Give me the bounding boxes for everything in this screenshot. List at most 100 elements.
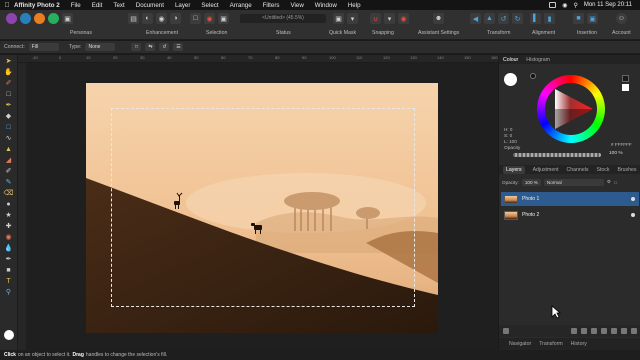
menu-arrange[interactable]: Arrange xyxy=(230,2,252,9)
pen-tool-icon[interactable]: ✒ xyxy=(3,254,15,264)
menu-file[interactable]: File xyxy=(71,2,81,9)
rotate-left-icon[interactable]: ↺ xyxy=(498,13,509,24)
blur-brush-icon[interactable]: 💧 xyxy=(3,243,15,253)
apple-icon[interactable]:  xyxy=(0,2,14,9)
color-picker-icon[interactable]: ✐ xyxy=(3,78,15,88)
crop-tool-icon[interactable]: □ xyxy=(3,89,15,99)
stroke-colour-swatch[interactable] xyxy=(530,73,536,79)
menu-select[interactable]: Select xyxy=(201,2,218,9)
tab-colour[interactable]: Colour xyxy=(503,57,518,63)
colour-triangle[interactable] xyxy=(545,83,597,135)
quick-mask-icon[interactable]: ▣ xyxy=(333,13,344,24)
swap-button[interactable]: ⇆ xyxy=(145,43,156,51)
flood-select-icon[interactable]: ◆ xyxy=(3,111,15,121)
move-tool-icon[interactable]: ➤ xyxy=(3,56,15,66)
menu-window[interactable]: Window xyxy=(315,2,337,9)
fill-colour-swatch[interactable] xyxy=(504,73,517,86)
opacity-slider[interactable] xyxy=(513,153,601,157)
insert-inside-icon[interactable]: ▣ xyxy=(587,13,598,24)
quick-mask-options-icon[interactable]: ▾ xyxy=(347,13,358,24)
select-all-icon[interactable]: □ xyxy=(190,13,201,24)
tab-transform[interactable]: Transform xyxy=(539,341,562,347)
display-icon[interactable] xyxy=(549,2,557,8)
options-button[interactable]: ☰ xyxy=(173,43,184,51)
foreground-colour-swatch[interactable] xyxy=(4,330,14,340)
menu-text[interactable]: Text xyxy=(113,2,124,9)
paint-brush-icon[interactable]: ✐ xyxy=(3,166,15,176)
add-layer-icon[interactable] xyxy=(621,328,627,334)
colour-wheel[interactable] xyxy=(537,75,605,143)
erase-brush-icon[interactable]: ⌫ xyxy=(3,188,15,198)
flood-fill-icon[interactable]: ▲ xyxy=(3,144,15,154)
tab-stock[interactable]: Stock xyxy=(596,167,609,173)
deselect-icon[interactable]: ◉ xyxy=(204,13,215,24)
account-icon[interactable]: ☺ xyxy=(616,13,627,24)
photo-persona-icon[interactable] xyxy=(6,13,17,24)
menu-help[interactable]: Help xyxy=(348,2,361,9)
layer-row-photo-1[interactable]: Photo 1 xyxy=(501,192,639,206)
flip-vertical-icon[interactable]: ▲ xyxy=(484,13,495,24)
tab-adjustment[interactable]: Adjustment xyxy=(533,167,559,173)
view-tool-icon[interactable]: ✋ xyxy=(3,67,15,77)
connect-dropdown[interactable]: Fill xyxy=(28,43,59,51)
auto-white-balance-icon[interactable]: ◑ xyxy=(170,13,181,24)
menu-view[interactable]: View xyxy=(290,2,303,9)
gradient-tool-icon[interactable]: ◢ xyxy=(3,155,15,165)
fx-icon[interactable] xyxy=(591,328,597,334)
layer-lock-icon[interactable] xyxy=(503,328,509,334)
clone-brush-icon[interactable]: ★ xyxy=(3,210,15,220)
red-eye-icon[interactable]: ◉ xyxy=(3,232,15,242)
rotate-right-icon[interactable]: ↻ xyxy=(512,13,523,24)
tab-history[interactable]: History xyxy=(571,341,587,347)
layer-row-photo-2[interactable]: Photo 2 xyxy=(501,208,639,222)
marquee-selection[interactable] xyxy=(111,108,415,307)
develop-persona-icon[interactable] xyxy=(34,13,45,24)
tone-map-persona-icon[interactable] xyxy=(48,13,59,24)
auto-contrast-icon[interactable]: ◐ xyxy=(142,13,153,24)
fill-swatch-button[interactable]: □ xyxy=(131,43,142,51)
healing-brush-icon[interactable]: ✚ xyxy=(3,221,15,231)
liquify-persona-icon[interactable] xyxy=(20,13,31,24)
layer-settings-icon[interactable]: ⚙ xyxy=(607,179,611,185)
swatch-black[interactable] xyxy=(622,75,629,82)
pixel-tool-icon[interactable]: ✎ xyxy=(3,177,15,187)
insert-behind-icon[interactable]: ■ xyxy=(573,13,584,24)
align-center-icon[interactable]: ▮ xyxy=(544,13,555,24)
selection-brush-icon[interactable]: ✒ xyxy=(3,100,15,110)
menu-edit[interactable]: Edit xyxy=(92,2,103,9)
delete-layer-icon[interactable] xyxy=(631,328,637,334)
mask-icon[interactable] xyxy=(571,328,577,334)
dodge-brush-icon[interactable]: ● xyxy=(3,199,15,209)
tab-navigator[interactable]: Navigator xyxy=(509,341,531,347)
assistant-icon[interactable]: ☻ xyxy=(433,13,444,24)
align-left-icon[interactable]: ▌ xyxy=(530,13,541,24)
reset-button[interactable]: ↺ xyxy=(159,43,170,51)
snapping-magnet-icon[interactable]: ∪ xyxy=(370,13,381,24)
snapping-options-icon[interactable]: ▾ xyxy=(384,13,395,24)
layer-opacity-field[interactable]: 100 % xyxy=(521,178,541,186)
visibility-icon[interactable] xyxy=(631,197,635,201)
snapping-toggle-icon[interactable]: ◉ xyxy=(398,13,409,24)
text-tool-icon[interactable]: T xyxy=(3,276,15,286)
freehand-select-icon[interactable]: ∿ xyxy=(3,133,15,143)
tab-histogram[interactable]: Histogram xyxy=(526,57,550,63)
tab-layers[interactable]: Layers xyxy=(503,165,525,174)
menu-document[interactable]: Document xyxy=(136,2,164,9)
invert-selection-icon[interactable]: ▣ xyxy=(218,13,229,24)
tab-brushes[interactable]: Brushes xyxy=(617,167,636,173)
hex-field[interactable]: # FFFFFF xyxy=(611,142,632,147)
type-dropdown[interactable]: None xyxy=(85,43,116,51)
auto-colours-icon[interactable]: ◉ xyxy=(156,13,167,24)
export-persona-icon[interactable]: ▣ xyxy=(62,13,73,24)
tab-channels[interactable]: Channels xyxy=(567,167,589,173)
adjustment-icon[interactable] xyxy=(581,328,587,334)
auto-levels-icon[interactable]: ▤ xyxy=(128,13,139,24)
search-icon[interactable]: ⚲ xyxy=(573,2,577,9)
menubar-clock[interactable]: Mon 11 Sep 20:11 xyxy=(584,2,632,8)
menu-layer[interactable]: Layer xyxy=(175,2,190,9)
flip-horizontal-icon[interactable]: ◀ xyxy=(470,13,481,24)
opacity-value[interactable]: 100 % xyxy=(609,151,623,156)
visibility-icon[interactable] xyxy=(631,213,635,217)
marquee-tool-icon[interactable]: □ xyxy=(3,122,15,132)
wifi-icon[interactable]: ◉ xyxy=(562,2,567,9)
